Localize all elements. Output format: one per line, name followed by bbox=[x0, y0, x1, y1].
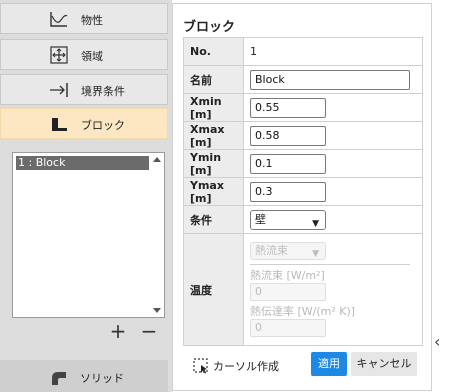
table-row: 名前 Block bbox=[183, 65, 423, 94]
heat-flux-label: 熱流束 [W/m²] bbox=[250, 269, 325, 282]
ymin-field[interactable]: 0.1 bbox=[250, 153, 326, 174]
block-list[interactable]: 1 : Block bbox=[12, 152, 165, 318]
heat-flux-field[interactable]: 0 bbox=[250, 283, 326, 301]
field-label: Xmin [m] bbox=[183, 93, 244, 122]
scroll-down-icon[interactable] bbox=[153, 308, 161, 313]
sidebar-item-label: 境界条件 bbox=[81, 85, 125, 98]
add-block-button[interactable]: + bbox=[109, 321, 127, 341]
chevron-down-icon: ▼ bbox=[312, 218, 319, 229]
field-label: Ymin [m] bbox=[183, 149, 244, 178]
sidebar-item-label: ソリッド bbox=[80, 372, 124, 385]
arrow-to-wall-icon bbox=[50, 83, 68, 97]
pipe-bend-icon bbox=[52, 372, 66, 385]
table-row: No. 1 bbox=[183, 37, 423, 66]
sidebar-item-label: ブロック bbox=[81, 119, 125, 132]
properties-table: No. 1 名前 Block Xmin [m] 0.55 Xmax [m] 0.… bbox=[183, 37, 423, 346]
field-label: 条件 bbox=[183, 205, 244, 234]
name-field[interactable]: Block bbox=[250, 69, 410, 90]
table-row: Ymin [m] 0.1 bbox=[183, 149, 423, 178]
cancel-button[interactable]: キャンセル bbox=[351, 352, 417, 376]
field-label: Xmax [m] bbox=[183, 121, 244, 150]
field-label: 温度 bbox=[183, 233, 244, 346]
remove-block-button[interactable]: − bbox=[140, 321, 158, 341]
xmax-field[interactable]: 0.58 bbox=[250, 125, 326, 146]
block-icon bbox=[52, 118, 67, 131]
htc-field[interactable]: 0 bbox=[250, 319, 326, 337]
page-title: ブロック bbox=[183, 20, 236, 35]
table-row: Ymax [m] 0.3 bbox=[183, 177, 423, 206]
apply-button[interactable]: 適用 bbox=[311, 352, 347, 376]
cursor-select-icon bbox=[193, 358, 208, 374]
cursor-create-button[interactable]: カーソル作成 bbox=[193, 358, 279, 374]
sidebar-item-block[interactable]: ブロック bbox=[0, 108, 168, 139]
divider bbox=[250, 264, 410, 265]
block-properties-panel: ブロック No. 1 名前 Block Xmin [m] 0.55 Xmax [… bbox=[172, 3, 432, 391]
temperature-type-value: 熱流束 bbox=[255, 244, 288, 257]
htc-label: 熱伝達率 [W/(m² K)] bbox=[250, 305, 356, 318]
temperature-type-select[interactable]: 熱流束 ▼ bbox=[250, 242, 326, 260]
move-arrows-icon bbox=[50, 46, 68, 64]
table-row: 温度 熱流束 ▼ 熱流束 [W/m²] 0 熱伝達率 [W/(m² K)] 0 bbox=[183, 233, 423, 346]
sidebar-item-material[interactable]: 物性 bbox=[0, 3, 168, 34]
cursor-create-label: カーソル作成 bbox=[213, 360, 279, 373]
sidebar-item-label: 物性 bbox=[81, 14, 103, 27]
table-row: 条件 壁 ▼ bbox=[183, 205, 423, 234]
field-label: Ymax [m] bbox=[183, 177, 244, 206]
condition-value: 壁 bbox=[255, 212, 266, 226]
ymax-field[interactable]: 0.3 bbox=[250, 181, 326, 202]
block-number: 1 bbox=[243, 37, 423, 66]
scroll-up-icon[interactable] bbox=[153, 157, 161, 162]
list-item[interactable]: 1 : Block bbox=[16, 156, 149, 170]
field-label: 名前 bbox=[183, 65, 244, 94]
material-graph-icon bbox=[50, 12, 68, 27]
table-row: Xmax [m] 0.58 bbox=[183, 121, 423, 150]
xmin-field[interactable]: 0.55 bbox=[250, 97, 326, 118]
collapse-panel-icon[interactable]: ‹ bbox=[434, 332, 440, 351]
table-row: Xmin [m] 0.55 bbox=[183, 93, 423, 122]
chevron-down-icon: ▼ bbox=[312, 249, 319, 259]
condition-select[interactable]: 壁 ▼ bbox=[250, 209, 326, 230]
sidebar-item-solid[interactable]: ソリッド bbox=[0, 360, 168, 392]
list-scrollbar[interactable] bbox=[150, 153, 164, 317]
sidebar-item-domain[interactable]: 領域 bbox=[0, 39, 168, 70]
field-label: No. bbox=[183, 37, 244, 66]
sidebar-item-boundary[interactable]: 境界条件 bbox=[0, 74, 168, 105]
sidebar: 物性 領域 境界条件 ブロック 1 : Block + − ソリッド bbox=[0, 0, 172, 392]
sidebar-item-label: 領域 bbox=[81, 50, 103, 63]
